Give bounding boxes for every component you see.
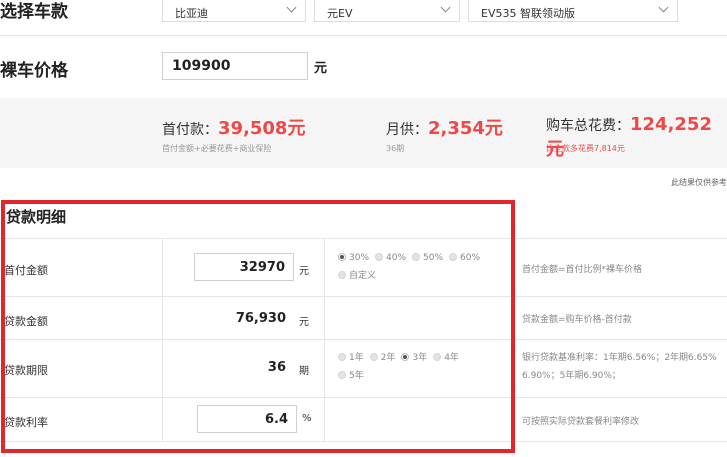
down-payment-note: 首付金额=首付比例*裸车价格 — [522, 265, 643, 275]
monthly-sub: 36期 — [386, 144, 405, 153]
total-sub: 比全款多花费7,814元 — [546, 144, 625, 153]
down-payment-label: 首付款： — [162, 122, 218, 138]
series-select[interactable]: 元EV — [314, 0, 460, 22]
brand-select[interactable]: 比亚迪 — [162, 0, 306, 22]
highlight-box — [1, 200, 515, 453]
down-payment-summary: 首付款：39,508元 — [162, 114, 305, 140]
price-input[interactable]: 109900 — [162, 52, 308, 80]
chevron-down-icon — [658, 2, 669, 13]
model-select-value: EV535 智联领动版 — [481, 7, 575, 20]
monthly-label: 月供： — [386, 122, 428, 138]
interest-rate-note: 可按照实际贷款套餐利率修改 — [522, 417, 640, 427]
down-payment-value: 39,508元 — [218, 118, 306, 139]
disclaimer-note: 此结果仅供参考 — [671, 178, 727, 187]
price-title: 裸车价格 — [0, 61, 68, 81]
loan-term-note-line2: 6.90%；5年期6.90%； — [522, 371, 621, 381]
series-select-value: 元EV — [327, 7, 353, 20]
monthly-summary: 月供：2,354元 — [386, 114, 503, 140]
brand-select-value: 比亚迪 — [175, 7, 208, 20]
divider — [0, 35, 727, 36]
down-payment-sub: 首付金额+必要花费+商业保险 — [162, 144, 272, 153]
chevron-down-icon — [286, 2, 297, 13]
total-label: 购车总花费： — [546, 118, 630, 134]
loan-term-note: 银行贷款基准利率：1年期6.56%；2年期6.65% — [522, 353, 717, 363]
price-unit: 元 — [314, 61, 328, 76]
chevron-down-icon — [440, 2, 451, 13]
loan-amount-note: 贷款金额=购车价格-首付款 — [522, 315, 632, 325]
monthly-value: 2,354元 — [428, 118, 503, 139]
car-select-title: 选择车款 — [0, 2, 68, 22]
summary-panel: 首付款：39,508元 首付金额+必要花费+商业保险 月供：2,354元 36期… — [0, 98, 727, 168]
model-select[interactable]: EV535 智联领动版 — [468, 0, 678, 22]
